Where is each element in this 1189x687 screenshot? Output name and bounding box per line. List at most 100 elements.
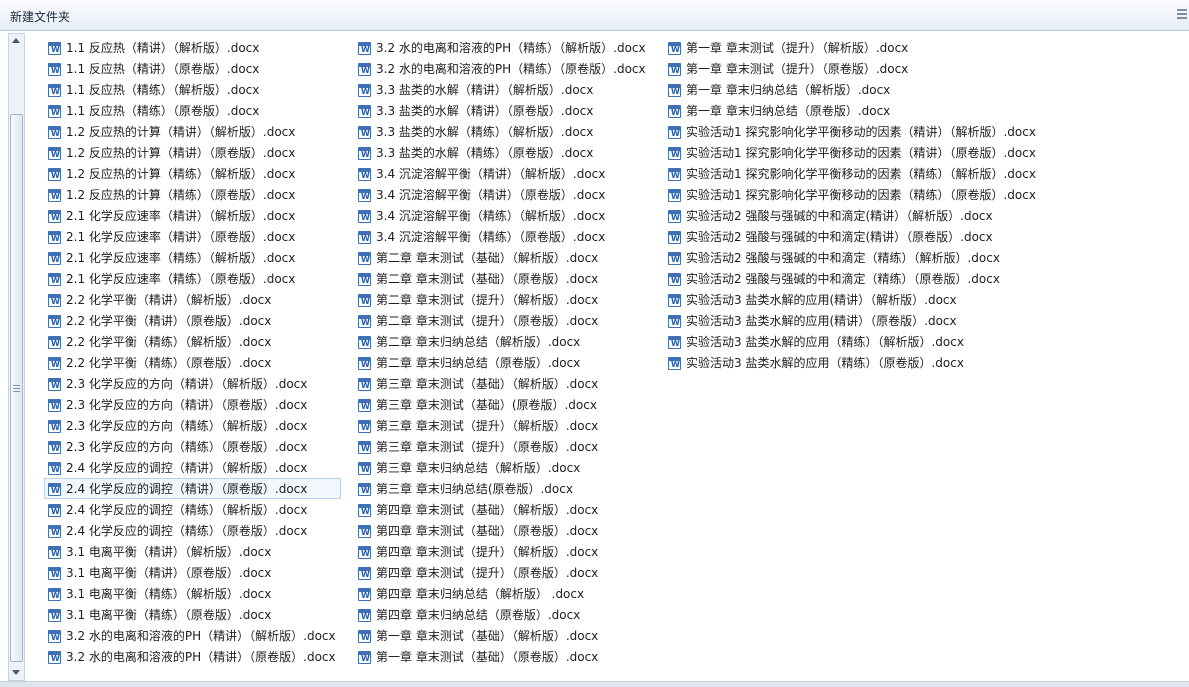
file-item[interactable]: W 实验活动3 盐类水解的应用（精练）（解析版）.docx xyxy=(664,331,1041,352)
file-item[interactable]: W 第三章 章末测试（基础）（解析版）.docx xyxy=(354,373,651,394)
word-doc-icon: W xyxy=(358,168,371,181)
file-item[interactable]: W 2.4 化学反应的调控（精讲）（原卷版）.docx xyxy=(44,478,341,499)
word-doc-icon: W xyxy=(358,420,371,433)
file-item[interactable]: W 3.4 沉淀溶解平衡（精练）（原卷版）.docx xyxy=(354,226,651,247)
file-item[interactable]: W 实验活动1 探究影响化学平衡移动的因素（精讲）（原卷版）.docx xyxy=(664,142,1041,163)
file-item[interactable]: W 3.1 电离平衡（精练）（解析版）.docx xyxy=(44,583,341,604)
file-name: 第四章 章末测试（提升）（原卷版）.docx xyxy=(376,566,599,580)
file-item[interactable]: W 1.1 反应热（精讲）（解析版）.docx xyxy=(44,37,341,58)
file-item[interactable]: W 1.2 反应热的计算（精练）（解析版）.docx xyxy=(44,163,341,184)
file-item[interactable]: W 3.2 水的电离和溶液的PH（精讲）（原卷版）.docx xyxy=(44,646,341,667)
file-name: 3.3 盐类的水解（精练）（原卷版）.docx xyxy=(376,146,594,160)
file-item[interactable]: W 2.1 化学反应速率（精讲）（解析版）.docx xyxy=(44,205,341,226)
word-doc-icon: W xyxy=(48,252,61,265)
file-item[interactable]: W 2.3 化学反应的方向（精练）（原卷版）.docx xyxy=(44,436,341,457)
file-item[interactable]: W 实验活动3 盐类水解的应用(精讲）（解析版）.docx xyxy=(664,289,1041,310)
file-item[interactable]: W 实验活动2 强酸与强碱的中和滴定（精练）（解析版）.docx xyxy=(664,247,1041,268)
file-item[interactable]: W 2.1 化学反应速率（精练）（原卷版）.docx xyxy=(44,268,341,289)
scroll-up-arrow-icon[interactable] xyxy=(12,38,20,43)
file-item[interactable]: W 2.2 化学平衡（精讲）（原卷版）.docx xyxy=(44,310,341,331)
view-options-icon[interactable] xyxy=(1177,9,1187,21)
file-item[interactable]: W 3.1 电离平衡（精讲）（解析版）.docx xyxy=(44,541,341,562)
file-name: 1.2 反应热的计算（精讲）（解析版）.docx xyxy=(66,125,296,139)
file-item[interactable]: W 3.4 沉淀溶解平衡（精练）（解析版）.docx xyxy=(354,205,651,226)
file-item[interactable]: W 第二章 章末测试（提升）（解析版）.docx xyxy=(354,289,651,310)
file-item[interactable]: W 第二章 章末归纳总结（原卷版）.docx xyxy=(354,352,651,373)
file-item[interactable]: W 1.1 反应热（精练）（原卷版）.docx xyxy=(44,100,341,121)
file-item[interactable]: W 实验活动1 探究影响化学平衡移动的因素（精练）（解析版）.docx xyxy=(664,163,1041,184)
file-item[interactable]: W 2.2 化学平衡（精练）（原卷版）.docx xyxy=(44,352,341,373)
file-item[interactable]: W 第一章 章末测试（基础）（解析版）.docx xyxy=(354,625,651,646)
file-item[interactable]: W 实验活动3 盐类水解的应用（精练）（原卷版）.docx xyxy=(664,352,1041,373)
file-item[interactable]: W 2.3 化学反应的方向（精练）（解析版）.docx xyxy=(44,415,341,436)
file-item[interactable]: W 3.4 沉淀溶解平衡（精讲）（原卷版）.docx xyxy=(354,184,651,205)
file-item[interactable]: W 第二章 章末归纳总结（解析版）.docx xyxy=(354,331,651,352)
file-item[interactable]: W 实验活动1 探究影响化学平衡移动的因素（精练）（原卷版）.docx xyxy=(664,184,1041,205)
file-item[interactable]: W 第四章 章末测试（提升）（原卷版）.docx xyxy=(354,562,651,583)
file-item[interactable]: W 2.3 化学反应的方向（精讲）（解析版）.docx xyxy=(44,373,341,394)
file-item[interactable]: W 实验活动1 探究影响化学平衡移动的因素（精讲）（解析版）.docx xyxy=(664,121,1041,142)
file-item[interactable]: W 实验活动2 强酸与强碱的中和滴定(精讲）（原卷版）.docx xyxy=(664,226,1041,247)
file-item[interactable]: W 3.1 电离平衡（精练）（原卷版）.docx xyxy=(44,604,341,625)
file-item[interactable]: W 第二章 章末测试（提升）（原卷版）.docx xyxy=(354,310,651,331)
file-item[interactable]: W 1.2 反应热的计算（精讲）（解析版）.docx xyxy=(44,121,341,142)
file-item[interactable]: W 3.2 水的电离和溶液的PH（精练）（原卷版）.docx xyxy=(354,58,651,79)
file-item[interactable]: W 3.4 沉淀溶解平衡（精讲）（解析版）.docx xyxy=(354,163,651,184)
file-item[interactable]: W 3.1 电离平衡（精讲）（原卷版）.docx xyxy=(44,562,341,583)
file-item[interactable]: W 2.2 化学平衡（精练）（解析版）.docx xyxy=(44,331,341,352)
file-item[interactable]: W 第一章 章末归纳总结（原卷版）.docx xyxy=(664,100,1041,121)
file-item[interactable]: W 第一章 章末测试（提升）（解析版）.docx xyxy=(664,37,1041,58)
file-name: 3.1 电离平衡（精讲）（解析版）.docx xyxy=(66,545,272,559)
file-item[interactable]: W 实验活动2 强酸与强碱的中和滴定（精练）（原卷版）.docx xyxy=(664,268,1041,289)
file-item[interactable]: W 2.3 化学反应的方向（精讲）（原卷版）.docx xyxy=(44,394,341,415)
word-doc-icon: W xyxy=(668,84,681,97)
file-item[interactable]: W 1.2 反应热的计算（精练）（原卷版）.docx xyxy=(44,184,341,205)
file-item[interactable]: W 3.3 盐类的水解（精练）（原卷版）.docx xyxy=(354,142,651,163)
file-item[interactable]: W 第三章 章末测试（提升）（解析版）.docx xyxy=(354,415,651,436)
word-doc-icon: W xyxy=(48,210,61,223)
word-doc-icon: W xyxy=(358,147,371,160)
file-name: 第二章 章末归纳总结（解析版）.docx xyxy=(376,335,581,349)
file-item[interactable]: W 3.3 盐类的水解（精练）（解析版）.docx xyxy=(354,121,651,142)
scroll-down-arrow-icon[interactable] xyxy=(12,670,20,675)
file-item[interactable]: W 2.4 化学反应的调控（精练）（解析版）.docx xyxy=(44,499,341,520)
file-item[interactable]: W 1.2 反应热的计算（精讲）（原卷版）.docx xyxy=(44,142,341,163)
word-doc-icon: W xyxy=(48,126,61,139)
file-item[interactable]: W 第四章 章末归纳总结（解析版） .docx xyxy=(354,583,651,604)
file-item[interactable]: W 第三章 章末测试（提升）（原卷版）.docx xyxy=(354,436,651,457)
file-item[interactable]: W 2.2 化学平衡（精讲）（解析版）.docx xyxy=(44,289,341,310)
file-item[interactable]: W 3.3 盐类的水解（精讲）（解析版）.docx xyxy=(354,79,651,100)
file-name: 2.1 化学反应速率（精练）（解析版）.docx xyxy=(66,251,296,265)
file-name: 3.2 水的电离和溶液的PH（精讲）（解析版）.docx xyxy=(66,629,336,643)
file-item[interactable]: W 实验活动3 盐类水解的应用(精讲）（原卷版）.docx xyxy=(664,310,1041,331)
vertical-scrollbar[interactable] xyxy=(8,33,25,681)
file-name: 第一章 章末归纳总结（原卷版）.docx xyxy=(686,104,891,118)
file-item[interactable]: W 第四章 章末归纳总结（原卷版）.docx xyxy=(354,604,651,625)
file-item[interactable]: W 2.1 化学反应速率（精讲）（原卷版）.docx xyxy=(44,226,341,247)
file-item[interactable]: W 第三章 章末归纳总结(原卷版）.docx xyxy=(354,478,651,499)
file-item[interactable]: W 第四章 章末测试（提升）（解析版）.docx xyxy=(354,541,651,562)
file-name: 2.2 化学平衡（精练）（原卷版）.docx xyxy=(66,356,272,370)
file-item[interactable]: W 3.3 盐类的水解（精讲）（原卷版）.docx xyxy=(354,100,651,121)
file-item[interactable]: W 2.4 化学反应的调控（精讲）（解析版）.docx xyxy=(44,457,341,478)
file-item[interactable]: W 3.2 水的电离和溶液的PH（精讲）（解析版）.docx xyxy=(44,625,341,646)
file-item[interactable]: W 2.1 化学反应速率（精练）（解析版）.docx xyxy=(44,247,341,268)
file-item[interactable]: W 第二章 章末测试（基础）（解析版）.docx xyxy=(354,247,651,268)
file-item[interactable]: W 第一章 章末测试（基础）（原卷版）.docx xyxy=(354,646,651,667)
file-item[interactable]: W 第二章 章末测试（基础）（原卷版）.docx xyxy=(354,268,651,289)
file-item[interactable]: W 第三章 章末归纳总结（解析版）.docx xyxy=(354,457,651,478)
file-item[interactable]: W 第四章 章末测试（基础）（解析版）.docx xyxy=(354,499,651,520)
file-item[interactable]: W 第一章 章末测试（提升）（原卷版）.docx xyxy=(664,58,1041,79)
file-item[interactable]: W 2.4 化学反应的调控（精练）（原卷版）.docx xyxy=(44,520,341,541)
file-item[interactable]: W 实验活动2 强酸与强碱的中和滴定(精讲）（解析版）.docx xyxy=(664,205,1041,226)
file-item[interactable]: W 第四章 章末测试（基础）（原卷版）.docx xyxy=(354,520,651,541)
scrollbar-thumb[interactable] xyxy=(10,114,23,662)
file-item[interactable]: W 第三章 章末测试（基础）(原卷版）.docx xyxy=(354,394,651,415)
file-item[interactable]: W 3.2 水的电离和溶液的PH（精练）（解析版）.docx xyxy=(354,37,651,58)
file-column-3: W 第一章 章末测试（提升）（解析版）.docx W 第一章 章末测试（提升）（原卷版… xyxy=(664,37,1041,373)
word-doc-icon: W xyxy=(668,315,681,328)
file-item[interactable]: W 第一章 章末归纳总结（解析版）.docx xyxy=(664,79,1041,100)
file-item[interactable]: W 1.1 反应热（精练）（解析版）.docx xyxy=(44,79,341,100)
word-doc-icon: W xyxy=(358,210,371,223)
file-item[interactable]: W 1.1 反应热（精讲）（原卷版）.docx xyxy=(44,58,341,79)
